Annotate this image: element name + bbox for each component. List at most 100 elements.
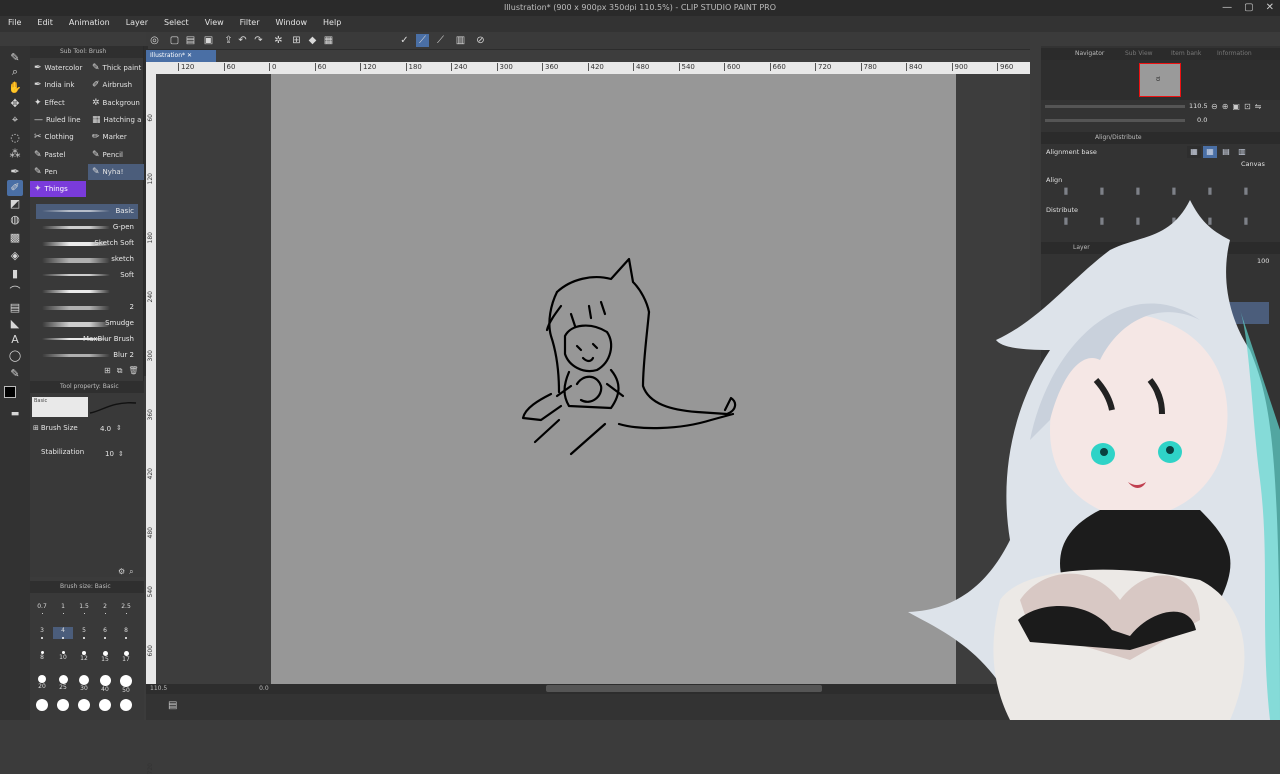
angle-readout[interactable]: 0.0 — [259, 685, 269, 692]
property-settings-icon[interactable]: ⚙ — [118, 567, 125, 577]
move-icon[interactable]: ✥ — [7, 96, 23, 112]
brush-size-preset[interactable]: 20 — [32, 675, 52, 690]
brush-size-preset[interactable]: 1 — [53, 603, 73, 614]
brush-size-preset[interactable] — [95, 699, 115, 711]
blend-icon[interactable]: ◍ — [7, 212, 23, 228]
eyedropper-icon[interactable]: ⁂ — [7, 146, 23, 162]
assist-icon[interactable]: ⊘ — [474, 34, 487, 47]
open-folder-icon[interactable]: ▤ — [184, 34, 197, 47]
rotate-slider[interactable] — [1045, 119, 1185, 122]
brush-size-preset[interactable]: 1.5 — [74, 603, 94, 614]
frame-icon[interactable]: ▤ — [7, 300, 23, 316]
align-base-selection-icon[interactable]: ▦ — [1187, 146, 1201, 158]
align-base-layer-icon[interactable]: ▤ — [1219, 146, 1233, 158]
new-file-icon[interactable]: ▢ — [168, 34, 181, 47]
subtool-group-pencil[interactable]: ✎ Pencil — [88, 147, 144, 163]
brush-item[interactable]: 2 — [36, 300, 138, 315]
zoom-readout[interactable]: 110.5 — [150, 685, 167, 692]
brush-size-preset[interactable] — [116, 699, 136, 711]
align-base-canvas-icon[interactable]: ▦ — [1203, 146, 1217, 158]
brush-size-preset[interactable]: 4 — [53, 627, 73, 639]
figure-icon[interactable]: ⌒ — [7, 284, 23, 300]
subtool-group-pastel[interactable]: ✎ Pastel — [30, 147, 86, 163]
brush-icon[interactable]: ✐ — [7, 180, 23, 196]
text-icon[interactable]: A — [7, 332, 23, 348]
layer-panel-toggle-icon[interactable]: ▤ — [168, 700, 177, 711]
tab-sub-view[interactable]: Sub View — [1125, 50, 1153, 57]
subtool-group-thick-paint[interactable]: ✎ Thick paint — [88, 60, 144, 76]
loading-icon[interactable]: ✲ — [272, 34, 285, 47]
menu-select[interactable]: Select — [156, 16, 197, 32]
canvas-tab[interactable]: Illustration* ✕ — [146, 50, 216, 62]
colour-icon[interactable]: ▥ — [454, 34, 467, 47]
brush-size-preset[interactable] — [32, 699, 52, 711]
brush-size-preset[interactable]: 15 — [95, 651, 115, 663]
balloon-icon[interactable]: ◯ — [7, 348, 23, 364]
subtool-group-pen[interactable]: ✎ Pen — [30, 164, 86, 180]
navigator-zoom-value[interactable]: 110.5 — [1189, 102, 1208, 110]
brush-size-preset[interactable]: 17 — [116, 651, 136, 663]
tab-information[interactable]: Information — [1217, 50, 1252, 57]
brush-size-preset[interactable] — [74, 699, 94, 711]
tab-align-distribute[interactable]: Align/Distribute — [1095, 134, 1142, 141]
canvas-paper[interactable] — [271, 74, 956, 686]
zoom-out-icon[interactable]: ⊖ — [1211, 102, 1218, 111]
add-subtool-icon[interactable]: ⊞ — [104, 366, 111, 376]
stabilization-field[interactable]: 10 — [105, 450, 114, 458]
snap-grid-icon[interactable]: ⟋ — [434, 34, 447, 47]
menu-window[interactable]: Window — [267, 16, 315, 32]
menu-animation[interactable]: Animation — [61, 16, 118, 32]
brush-item[interactable]: Sketch Soft — [36, 236, 138, 251]
menu-view[interactable]: View — [197, 16, 232, 32]
close-button[interactable]: ✕ — [1266, 2, 1274, 13]
brush-size-toggle-icon[interactable]: ⊞ — [33, 424, 39, 432]
navigator-rotate-value[interactable]: 0.0 — [1197, 116, 1207, 124]
brush-item[interactable]: Blur 2 — [36, 348, 138, 363]
brush-size-preset[interactable]: 2.5 — [116, 603, 136, 614]
operation-icon[interactable]: ⌖ — [7, 112, 23, 128]
brush-size-preset[interactable]: 0.7 — [32, 603, 52, 614]
brush-item[interactable]: MaxBlur Brush — [36, 332, 138, 347]
save-icon[interactable]: ▣ — [202, 34, 215, 47]
brush-size-preset[interactable]: 40 — [95, 675, 115, 693]
brush-item[interactable]: Smudge — [36, 316, 138, 331]
copy-subtool-icon[interactable]: ⧉ — [117, 366, 123, 376]
zoom-icon[interactable]: ⌕ — [7, 64, 23, 80]
menu-filter[interactable]: Filter — [232, 16, 268, 32]
brush-item[interactable]: G-pen — [36, 220, 138, 235]
property-search-icon[interactable]: ⌕ — [129, 567, 133, 577]
subtool-group-watercolor[interactable]: ✒ Watercolor — [30, 60, 86, 76]
brush-item[interactable] — [36, 284, 138, 299]
menu-file[interactable]: File — [0, 16, 29, 32]
pattern-icon[interactable]: ▩ — [7, 230, 23, 246]
subtool-group-effect[interactable]: ✦ Effect — [30, 95, 86, 111]
brush-size-preset[interactable] — [53, 699, 73, 711]
zoom-in-icon[interactable]: ⊕ — [1222, 102, 1229, 111]
subtool-group-nyha-[interactable]: ✎ Nyha! — [88, 163, 144, 180]
main-color-swatch[interactable] — [4, 386, 16, 398]
brush-size-preset[interactable]: 25 — [53, 675, 73, 691]
actual-size-icon[interactable]: ⊡ — [1244, 102, 1251, 111]
brush-item[interactable]: Basic — [36, 204, 138, 219]
ruler-icon[interactable]: ◣ — [7, 316, 23, 332]
brush-size-preset[interactable]: 12 — [74, 651, 94, 662]
undo-icon[interactable]: ↶ — [236, 34, 249, 47]
close-tab-icon[interactable]: ✕ — [187, 52, 192, 59]
brush-item[interactable]: Soft — [36, 268, 138, 283]
fill-icon[interactable]: ◆ — [306, 34, 319, 47]
brush-size-preset[interactable]: 8 — [32, 651, 52, 661]
menu-help[interactable]: Help — [315, 16, 349, 32]
brush-size-preset[interactable]: 30 — [74, 675, 94, 692]
subtool-group-india-ink[interactable]: ✒ India ink — [30, 77, 86, 93]
menu-layer[interactable]: Layer — [118, 16, 156, 32]
redo-icon[interactable]: ↷ — [252, 34, 265, 47]
fill-bucket-icon[interactable]: ◈ — [7, 248, 23, 264]
horizontal-scrollbar[interactable] — [546, 685, 822, 692]
minimize-button[interactable]: — — [1222, 2, 1232, 13]
gradient-icon[interactable]: ▮ — [7, 266, 23, 282]
subtool-group-clothing[interactable]: ✂ Clothing — [30, 129, 86, 145]
subtool-group-hatching-a[interactable]: ▦ Hatching a — [88, 112, 144, 128]
maximize-button[interactable]: ▢ — [1244, 2, 1253, 13]
brush-size-preset[interactable]: 5 — [74, 627, 94, 639]
menu-edit[interactable]: Edit — [29, 16, 61, 32]
